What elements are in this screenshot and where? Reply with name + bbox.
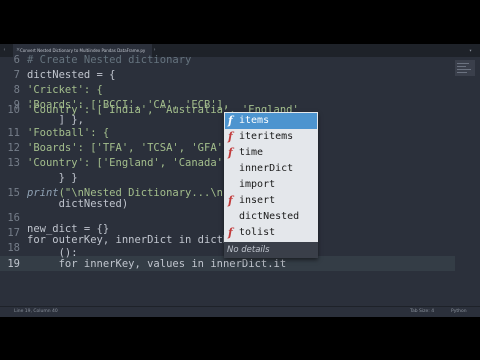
line-number: 13 bbox=[7, 157, 20, 169]
code-line: # Create Nested dictionary bbox=[27, 54, 192, 66]
completion-item[interactable]: f tolist bbox=[225, 225, 317, 241]
function-icon: f bbox=[228, 130, 233, 143]
line-number-current: 19 bbox=[7, 258, 20, 270]
completion-item[interactable]: f insert bbox=[225, 193, 317, 209]
function-icon: f bbox=[228, 226, 233, 239]
function-icon: f bbox=[228, 146, 233, 159]
completion-label: items bbox=[239, 115, 270, 126]
status-bar: Line 19, Column 40 Tab Size: 4 Python bbox=[0, 306, 480, 317]
line-number: 10 bbox=[7, 104, 20, 116]
autocomplete-popup[interactable]: f items f iteritems f time innerDict imp… bbox=[224, 112, 318, 258]
completion-item[interactable]: dictNested bbox=[225, 209, 317, 225]
minimap[interactable] bbox=[455, 60, 475, 76]
completion-item[interactable]: f iteritems bbox=[225, 129, 317, 145]
completion-label: iteritems bbox=[239, 131, 294, 142]
completion-item[interactable]: f items bbox=[225, 113, 317, 129]
completion-item[interactable]: import bbox=[225, 177, 317, 193]
completion-label: import bbox=[239, 179, 276, 190]
code-line: dictNested) bbox=[27, 198, 129, 210]
code-line: 'Cricket': { bbox=[27, 84, 103, 96]
code-line: 'Football': { bbox=[27, 127, 110, 139]
function-icon: f bbox=[228, 114, 233, 127]
completion-label: innerDict bbox=[239, 163, 294, 174]
line-number: 17 bbox=[7, 227, 20, 239]
completion-item[interactable]: innerDict bbox=[225, 161, 317, 177]
function-icon: f bbox=[228, 194, 233, 207]
code-line: dictNested = { bbox=[27, 69, 116, 81]
completion-label: time bbox=[239, 147, 264, 158]
line-number: 12 bbox=[7, 142, 20, 154]
tab-size-indicator[interactable]: Tab Size: 4 bbox=[410, 307, 434, 317]
line-number: 15 bbox=[7, 187, 20, 199]
completion-details-text: No details bbox=[227, 245, 270, 255]
completion-details-bar: No details bbox=[224, 242, 318, 258]
code-line: 'Boards': ['TFA', 'TCSA', 'GFA'], bbox=[27, 142, 236, 154]
code-line: } } bbox=[27, 172, 78, 184]
chevron-down-icon[interactable]: ▾ bbox=[466, 47, 475, 55]
code-line-current: for innerKey, values in innerDict.it bbox=[27, 258, 287, 270]
line-number: 16 bbox=[7, 212, 20, 224]
completion-label: dictNested bbox=[239, 211, 300, 222]
completion-label: tolist bbox=[239, 227, 276, 238]
code-line: 'Country': ['England', 'Canada', 'G bbox=[27, 157, 249, 169]
completion-item[interactable]: f time bbox=[225, 145, 317, 161]
cursor-position: Line 19, Column 40 bbox=[14, 309, 58, 314]
line-number: 18 bbox=[7, 242, 20, 254]
line-number: 8 bbox=[13, 84, 20, 96]
completion-label: insert bbox=[239, 195, 276, 206]
line-number: 11 bbox=[7, 127, 20, 139]
line-number: 7 bbox=[13, 69, 20, 81]
line-number: 6 bbox=[13, 54, 20, 66]
syntax-indicator[interactable]: Python bbox=[451, 307, 467, 317]
